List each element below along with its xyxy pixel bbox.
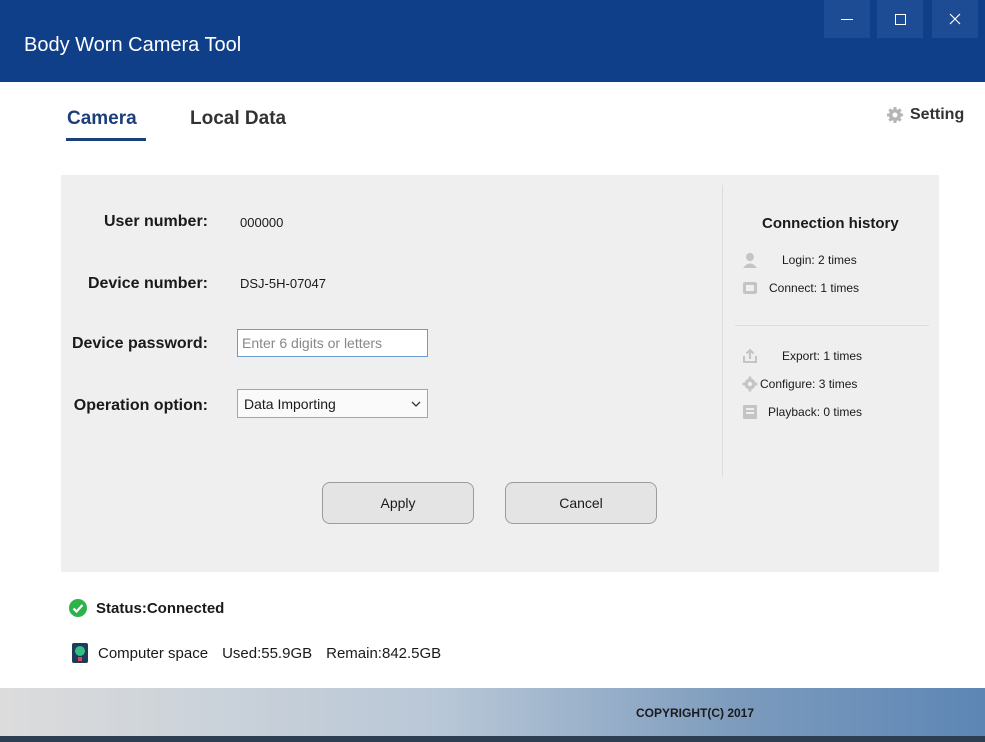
window-bottom-edge [0,736,985,742]
gear-icon [887,107,903,123]
maximize-icon [894,13,906,25]
history-item-export: Export: 1 times [742,348,862,364]
computer-space: Computer space Used:55.9GB Remain:842.5G… [72,643,441,663]
footer-bar: COPYRIGHT(C) 2017 [0,688,985,736]
gear-icon [742,376,758,392]
device-password-label: Device password: [71,335,208,352]
active-tab-indicator [66,138,146,141]
history-divider [722,185,723,477]
tab-camera[interactable]: Camera [67,108,137,130]
history-item-login: Login: 2 times [742,252,857,268]
maximize-button[interactable] [877,0,923,38]
operation-option-label: Operation option: [73,397,208,414]
connection-status: Status:Connected [68,598,224,618]
operation-option-value: Data Importing [244,395,336,412]
device-password-input[interactable] [237,329,428,357]
setting-label: Setting [910,106,965,123]
title-bar[interactable]: Body Worn Camera Tool [0,0,985,82]
history-playback-label: Playback: 0 times [768,405,863,419]
history-item-configure: Configure: 3 times [742,376,857,392]
close-icon [949,13,961,25]
operation-option-select[interactable]: Data Importing [237,389,428,418]
user-number-value: 000000 [240,215,284,230]
playback-icon [743,405,757,419]
window-title: Body Worn Camera Tool [24,34,242,56]
history-divider-horizontal [735,325,929,326]
space-remain: Remain:842.5GB [326,644,442,662]
history-configure-label: Configure: 3 times [760,377,858,391]
space-used: Used:55.9GB [222,644,313,662]
apply-button[interactable]: Apply [322,482,474,524]
history-export-label: Export: 1 times [782,349,863,363]
check-circle-icon [69,599,87,617]
disk-icon [72,643,88,663]
minimize-icon [841,18,853,20]
user-number-label: User number: [103,213,208,230]
connection-history-title: Connection history [762,215,899,232]
tab-local-data[interactable]: Local Data [190,108,286,130]
device-number-label: Device number: [87,275,208,292]
cancel-button[interactable]: Cancel [505,482,657,524]
minimize-button[interactable] [824,0,870,38]
chevron-down-icon [411,401,421,407]
device-number-value: DSJ-5H-07047 [240,276,326,291]
camera-panel [61,175,939,572]
connect-icon [743,282,757,294]
app-window: Body Worn Camera Tool Camera Local Data … [0,0,985,742]
setting-button[interactable]: Setting [886,106,964,124]
close-button[interactable] [932,0,978,38]
history-item-connect: Connect: 1 times [742,280,859,296]
export-icon [743,348,757,363]
history-login-label: Login: 2 times [782,253,857,267]
history-connect-label: Connect: 1 times [769,281,860,295]
status-text: Status:Connected [96,599,225,617]
history-item-playback: Playback: 0 times [742,404,862,420]
copyright-text: COPYRIGHT(C) 2017 [636,706,755,720]
computer-space-label: Computer space [98,644,209,662]
user-icon [743,253,757,268]
